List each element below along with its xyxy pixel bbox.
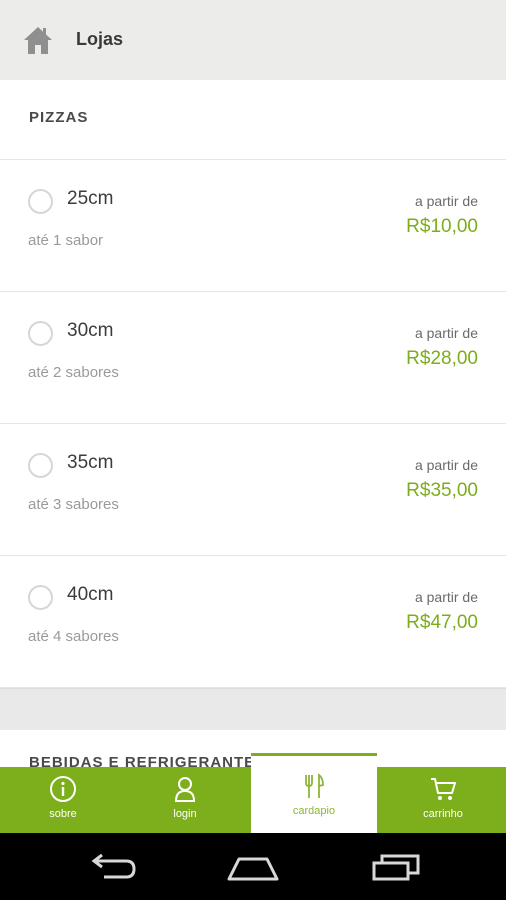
price: R$35,00	[406, 480, 478, 501]
user-icon	[174, 777, 196, 802]
recent-apps-icon[interactable]	[368, 851, 424, 883]
system-navigation-bar	[0, 833, 506, 900]
home-icon[interactable]	[22, 24, 54, 56]
nav-label: sobre	[49, 808, 77, 820]
bottom-navigation: sobre login cardapio carrinho	[0, 753, 506, 833]
radio-button[interactable]	[28, 585, 53, 610]
price: R$10,00	[406, 216, 478, 237]
nav-label: login	[173, 808, 197, 820]
size-label: 30cm	[67, 320, 114, 341]
nav-item-sobre[interactable]: sobre	[0, 767, 126, 833]
flavors-label: até 4 sabores	[28, 628, 119, 645]
section-header-pizzas: PIZZAS	[0, 80, 506, 160]
list-item[interactable]: 25cm até 1 sabor a partir de R$10,00	[0, 160, 506, 292]
section-title: PIZZAS	[29, 109, 89, 126]
radio-button[interactable]	[28, 453, 53, 478]
flavors-label: até 3 sabores	[28, 496, 119, 513]
price-prefix: a partir de	[414, 193, 478, 209]
flavors-label: até 1 sabor	[28, 232, 104, 249]
price: R$28,00	[406, 348, 478, 369]
fork-knife-icon	[305, 773, 324, 798]
nav-label: cardapio	[292, 805, 336, 817]
home-button-icon[interactable]	[225, 851, 281, 883]
list-item[interactable]: 40cm até 4 sabores a partir de R$47,00	[0, 556, 506, 688]
size-label: 40cm	[67, 584, 114, 605]
price-prefix: a partir de	[414, 325, 478, 341]
list-item[interactable]: 30cm até 2 sabores a partir de R$28,00	[0, 292, 506, 424]
radio-button[interactable]	[28, 321, 53, 346]
price-prefix: a partir de	[414, 457, 478, 473]
page-title: Lojas	[76, 29, 124, 49]
nav-item-carrinho[interactable]: carrinho	[380, 767, 506, 833]
nav-label: carrinho	[423, 808, 463, 820]
cart-icon	[431, 778, 456, 800]
nav-item-login[interactable]: login	[122, 767, 248, 833]
size-label: 35cm	[67, 452, 114, 473]
back-icon[interactable]	[86, 851, 142, 883]
pizza-size-list: 25cm até 1 sabor a partir de R$10,00 30c…	[0, 160, 506, 688]
size-label: 25cm	[67, 188, 114, 209]
price-prefix: a partir de	[414, 589, 478, 605]
flavors-label: até 2 sabores	[28, 364, 119, 381]
info-icon	[50, 776, 76, 802]
top-bar: Lojas	[0, 0, 506, 81]
price: R$47,00	[406, 612, 478, 633]
nav-item-cardapio[interactable]: cardapio	[251, 753, 377, 833]
list-item[interactable]: 35cm até 3 sabores a partir de R$35,00	[0, 424, 506, 556]
section-divider	[0, 688, 506, 731]
radio-button[interactable]	[28, 189, 53, 214]
